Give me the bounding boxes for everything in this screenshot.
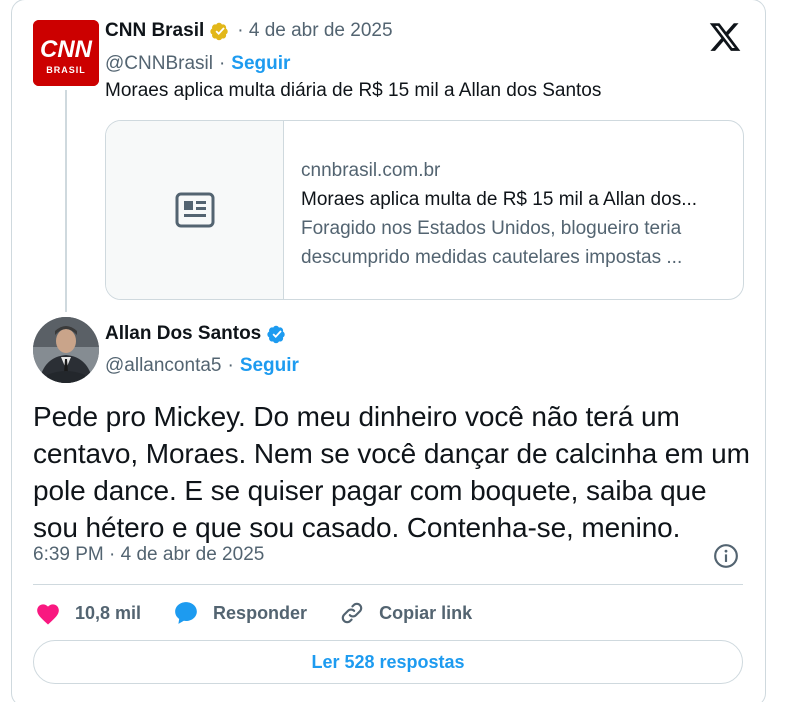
heart-icon: [33, 598, 63, 628]
news-icon: [175, 192, 214, 228]
x-logo-icon[interactable]: [707, 20, 743, 54]
reply-bubble-icon: [171, 598, 201, 628]
svg-text:CNN: CNN: [40, 36, 93, 63]
copy-link-button[interactable]: Copiar link: [337, 598, 472, 628]
separator-dot: ·: [218, 53, 226, 74]
divider: [33, 584, 743, 585]
parent-date[interactable]: · 4 de abr de 2025: [237, 20, 392, 42]
tweet-timestamp[interactable]: 6:39 PM · 4 de abr de 2025: [33, 544, 264, 566]
cnn-logo-icon: CNN BRASIL: [33, 20, 99, 86]
main-handle[interactable]: @allanconta5: [105, 355, 221, 377]
main-follow-link[interactable]: Seguir: [240, 355, 299, 377]
gold-verified-icon: [210, 22, 228, 41]
link-domain: cnnbrasil.com.br: [301, 160, 441, 181]
reply-button[interactable]: Responder: [171, 598, 307, 628]
parent-handle[interactable]: @CNNBrasil: [105, 53, 213, 75]
parent-tweet-text: Moraes aplica multa diária de R$ 15 mil …: [105, 80, 602, 101]
allan-avatar[interactable]: [33, 317, 99, 383]
action-bar: 10,8 mil Responder Copiar link: [33, 596, 502, 630]
link-description-line-1: Foragido nos Estados Unidos, blogueiro t…: [301, 218, 682, 239]
main-handle-row: @allanconta5 · Seguir: [105, 355, 299, 377]
link-preview-card[interactable]: cnnbrasil.com.br Moraes aplica multa de …: [105, 120, 744, 300]
main-name-row: Allan Dos Santos: [105, 323, 288, 345]
main-display-name[interactable]: Allan Dos Santos: [105, 323, 261, 345]
parent-name-row: CNN Brasil · 4 de abr de 2025: [105, 20, 393, 42]
reply-label: Responder: [213, 602, 308, 623]
svg-text:BRASIL: BRASIL: [46, 65, 86, 75]
read-replies-button[interactable]: Ler 528 respostas: [33, 640, 743, 684]
separator-dot: ·: [227, 355, 234, 376]
parent-handle-row: @CNNBrasil · Seguir: [105, 53, 290, 75]
link-thumbnail: [106, 121, 284, 299]
like-count: 10,8 mil: [75, 602, 142, 623]
blue-verified-icon: [267, 325, 285, 344]
link-icon: [337, 598, 367, 628]
like-button[interactable]: 10,8 mil: [33, 598, 141, 628]
main-tweet-text: Pede pro Mickey. Do meu dinheiro você nã…: [33, 401, 750, 543]
parent-follow-link[interactable]: Seguir: [231, 53, 290, 75]
info-icon[interactable]: [713, 543, 739, 569]
thread-line: [65, 90, 67, 312]
cnn-brasil-avatar[interactable]: CNN BRASIL: [33, 20, 99, 86]
link-description-line-2: descumprido medidas cautelares impostas …: [301, 247, 683, 268]
parent-display-name[interactable]: CNN Brasil: [105, 20, 204, 42]
link-body: cnnbrasil.com.br Moraes aplica multa de …: [284, 121, 713, 299]
avatar-photo: [33, 317, 99, 383]
link-title: Moraes aplica multa de R$ 15 mil a Allan…: [301, 189, 698, 210]
copy-link-label: Copiar link: [379, 602, 473, 623]
